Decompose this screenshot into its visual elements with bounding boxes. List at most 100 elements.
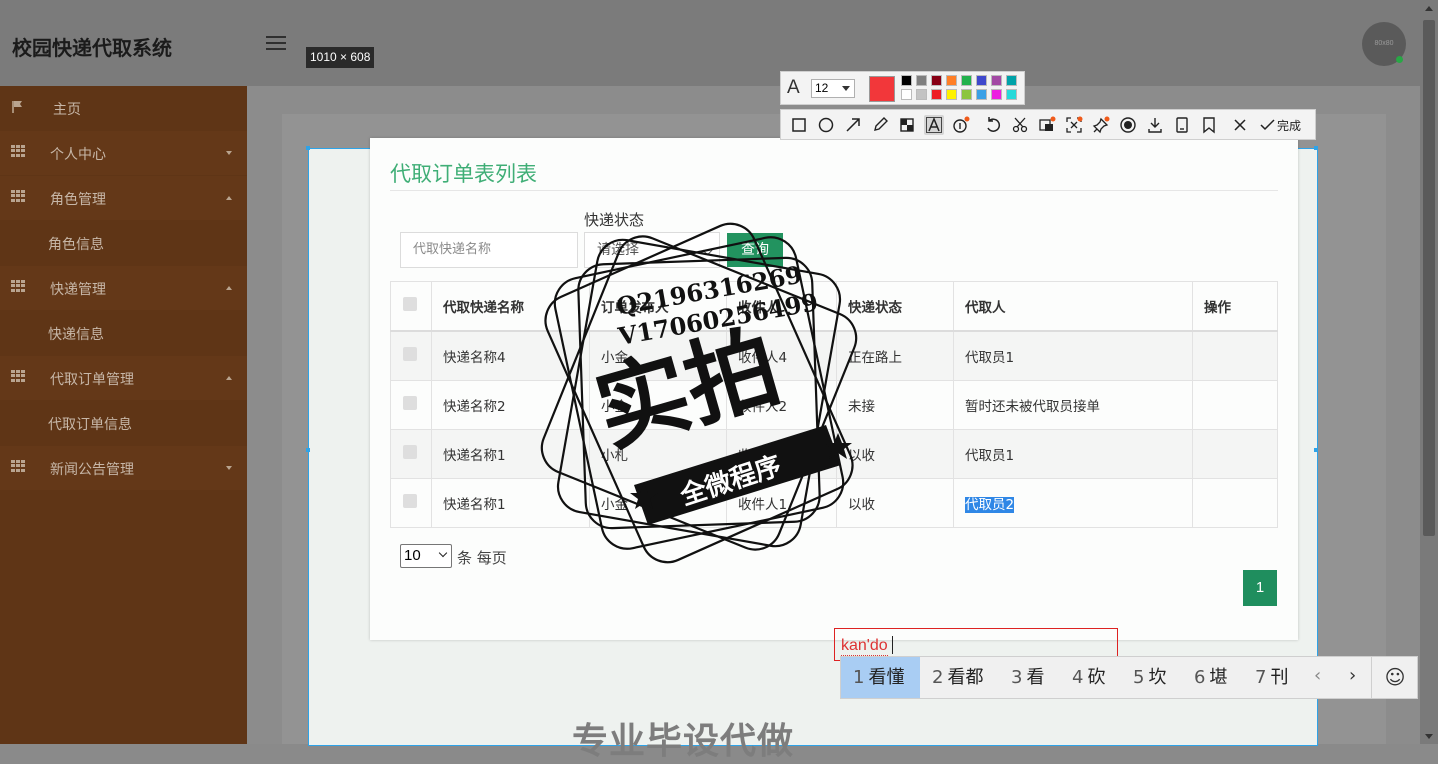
watermark-stamp: Q2196316269 V17060256499 实拍 全微程序: [540, 222, 858, 564]
row-select-cell[interactable]: [390, 478, 432, 528]
color-swatch[interactable]: [946, 89, 957, 100]
column-header[interactable]: 操作: [1192, 281, 1278, 332]
color-swatch[interactable]: [961, 75, 972, 86]
done-button[interactable]: 完成: [1277, 117, 1301, 134]
sidebar-item-label: 角色管理: [50, 192, 106, 208]
text-annotation-value[interactable]: kan'do: [841, 637, 888, 656]
text-caret: [892, 636, 893, 654]
save-icon[interactable]: [1172, 115, 1192, 135]
menu-toggle-icon[interactable]: [266, 36, 286, 52]
divider: [390, 190, 1278, 191]
chevron-up-icon: [226, 376, 232, 380]
scrollbar-thumb[interactable]: [1423, 20, 1435, 536]
color-swatch[interactable]: [1006, 89, 1017, 100]
font-size-select[interactable]: 12: [811, 79, 855, 98]
sidebar-item-label: 快递管理: [50, 282, 106, 298]
resize-handle[interactable]: [306, 448, 310, 452]
sidebar-item-express-management[interactable]: 快递管理: [0, 266, 247, 310]
resize-handle[interactable]: [306, 146, 310, 150]
mosaic-icon[interactable]: [897, 115, 917, 135]
select-all-checkbox[interactable]: [403, 297, 417, 311]
bookmark-icon[interactable]: [1199, 115, 1219, 135]
download-icon[interactable]: [1145, 115, 1165, 135]
current-color-swatch[interactable]: [869, 76, 895, 102]
color-swatch[interactable]: [931, 75, 942, 86]
ellipse-icon[interactable]: [816, 115, 836, 135]
pin-icon[interactable]: [1091, 115, 1111, 135]
sidebar-item-news-management[interactable]: 新闻公告管理: [0, 446, 247, 490]
sidebar-item-order-info[interactable]: 代取订单信息: [0, 401, 247, 445]
color-swatch[interactable]: [901, 89, 912, 100]
selected-text[interactable]: 代取员2: [965, 497, 1015, 513]
color-swatch[interactable]: [961, 89, 972, 100]
table-cell-actions[interactable]: [1192, 429, 1278, 479]
ime-candidate[interactable]: 4砍: [1072, 657, 1105, 698]
table-cell-actions[interactable]: [1192, 330, 1278, 381]
ime-candidate[interactable]: 6堪: [1194, 657, 1227, 698]
table-cell: 代取员2: [953, 478, 1193, 528]
color-swatch[interactable]: [976, 89, 987, 100]
ime-candidate[interactable]: 2 看都: [932, 657, 983, 698]
column-header[interactable]: 代取人: [953, 281, 1193, 332]
emoji-icon[interactable]: ☺: [1371, 657, 1418, 698]
color-swatch[interactable]: [991, 89, 1002, 100]
color-swatch[interactable]: [916, 75, 927, 86]
number-icon[interactable]: [951, 115, 971, 135]
table-cell-actions[interactable]: [1192, 478, 1278, 528]
ime-candidate[interactable]: 5坎: [1133, 657, 1166, 698]
resize-handle[interactable]: [1314, 146, 1318, 150]
row-checkbox[interactable]: [403, 445, 417, 459]
sidebar-item-role-info[interactable]: 角色信息: [0, 221, 247, 265]
arrow-icon[interactable]: [843, 115, 863, 135]
sidebar-item-personal-center[interactable]: 个人中心: [0, 131, 247, 175]
flag-icon: [11, 100, 25, 113]
rectangle-icon[interactable]: [789, 115, 809, 135]
page-size-value: 10: [404, 547, 421, 564]
expand-icon[interactable]: [1064, 115, 1084, 135]
select-all-cell[interactable]: [390, 281, 432, 332]
close-icon[interactable]: [1230, 115, 1250, 135]
record-icon[interactable]: [1118, 115, 1138, 135]
color-swatch[interactable]: [946, 75, 957, 86]
sidebar-item-order-management[interactable]: 代取订单管理: [0, 356, 247, 400]
scroll-up-icon[interactable]: [1425, 6, 1433, 11]
color-swatch[interactable]: [991, 75, 1002, 86]
pencil-icon[interactable]: [870, 115, 890, 135]
sidebar-item-express-info[interactable]: 快递信息: [0, 311, 247, 355]
chevron-down-icon: [226, 466, 232, 470]
text-icon[interactable]: [924, 115, 944, 135]
row-select-cell[interactable]: [390, 330, 432, 381]
font-size-value: 12: [815, 81, 829, 95]
row-checkbox[interactable]: [403, 347, 417, 361]
row-checkbox[interactable]: [403, 396, 417, 410]
color-swatch[interactable]: [1006, 75, 1017, 86]
ime-candidate[interactable]: 1 看懂: [841, 657, 920, 698]
sidebar-item-role-management[interactable]: 角色管理: [0, 176, 247, 220]
sidebar-item-home[interactable]: 主页: [0, 86, 247, 130]
color-swatch[interactable]: [916, 89, 927, 100]
table-cell-actions[interactable]: [1192, 380, 1278, 430]
ime-candidate[interactable]: 7刊: [1255, 657, 1288, 698]
check-icon[interactable]: [1257, 115, 1275, 135]
color-swatch[interactable]: [931, 89, 942, 100]
color-swatch[interactable]: [901, 75, 912, 86]
ime-next-icon[interactable]: ›: [1349, 665, 1356, 686]
table-cell: 代取员1: [953, 330, 1193, 381]
online-status-dot: [1396, 56, 1403, 63]
row-select-cell[interactable]: [390, 429, 432, 479]
page-button-current[interactable]: 1: [1243, 570, 1277, 606]
undo-icon[interactable]: [983, 115, 1003, 135]
color-swatch[interactable]: [976, 75, 987, 86]
row-checkbox[interactable]: [403, 494, 417, 508]
ocr-icon[interactable]: [1037, 115, 1057, 135]
ime-prev-icon[interactable]: ‹: [1314, 665, 1321, 686]
page-size-select[interactable]: 10: [400, 544, 452, 568]
resize-handle[interactable]: [1314, 448, 1318, 452]
sidebar-item-label: 代取订单管理: [50, 372, 134, 388]
chevron-up-icon: [226, 196, 232, 200]
scroll-down-icon[interactable]: [1425, 734, 1433, 739]
sidebar-item-label: 新闻公告管理: [50, 462, 134, 478]
crop-icon[interactable]: [1010, 115, 1030, 135]
ime-candidate[interactable]: 3看: [1011, 657, 1044, 698]
row-select-cell[interactable]: [390, 380, 432, 430]
